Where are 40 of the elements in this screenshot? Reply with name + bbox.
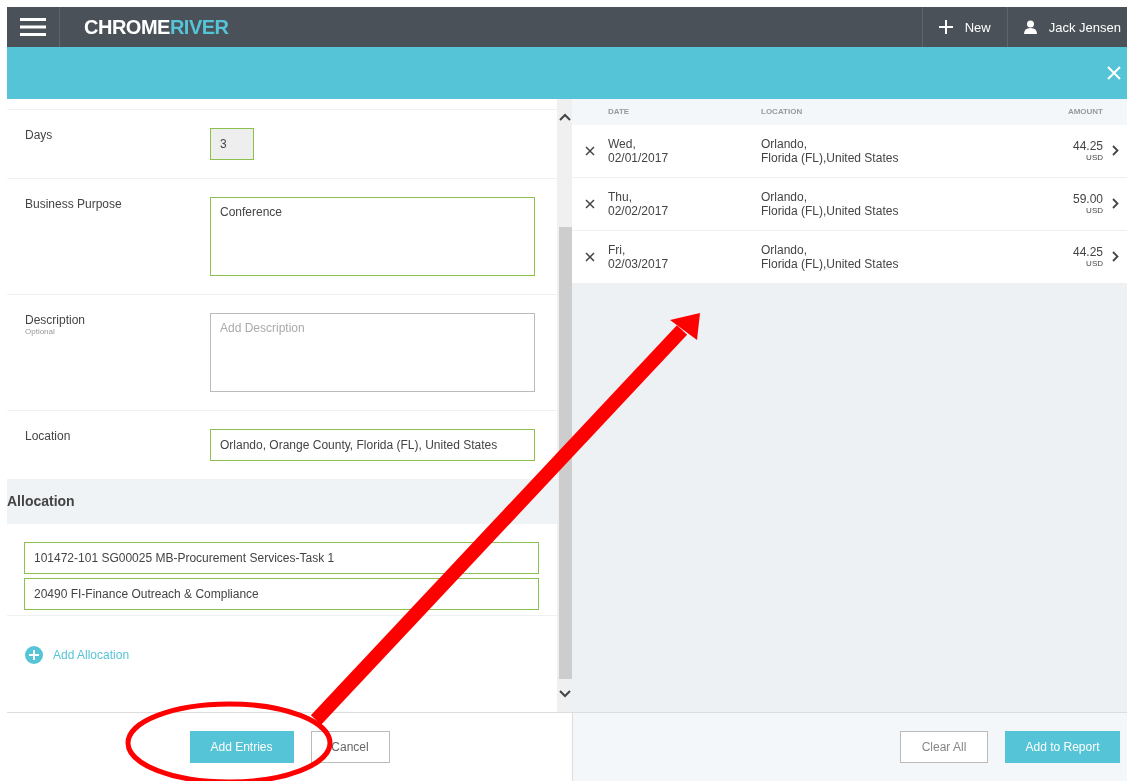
menu-icon[interactable] [20,18,46,36]
amount-cell-text: 59.00 USD [1071,192,1103,216]
remove-icon[interactable] [585,251,595,262]
field-label: Description [25,312,86,327]
section-title: Allocation [7,493,75,510]
field-label: Location [25,428,71,443]
remove-icon[interactable] [585,198,595,209]
allocation-field[interactable]: 101472-101 SG00025 MB-Procurement Services-Task 1 [24,541,539,574]
column-header: LOCATION [761,107,804,117]
remove-icon[interactable] [585,145,595,156]
cancel-button[interactable]: Cancel [310,731,390,764]
chevron-right-icon[interactable] [1111,198,1119,210]
days-field[interactable]: 3 [210,127,254,160]
location-cell-text: Orlando, Florida (FL),United States [761,189,900,218]
column-header: AMOUNT [1066,107,1103,117]
scroll-down-icon[interactable] [558,690,571,699]
user-icon [1023,20,1037,34]
chevron-right-icon[interactable] [1111,251,1119,263]
plus-circle-icon [25,645,43,664]
plus-icon [938,20,953,34]
chevron-right-icon[interactable] [1111,145,1119,157]
field-label: Business Purpose [25,196,122,211]
purpose-field[interactable]: Conference [210,196,535,276]
date-cell-text: Wed, 02/01/2017 [608,136,670,165]
scroll-up-icon[interactable] [558,112,571,121]
allocation-field[interactable]: 20490 FI-Finance Outreach & Compliance [24,577,539,610]
optional-hint: Optional [25,326,55,336]
location-cell-text: Orlando, Florida (FL),United States [761,242,900,271]
location-cell-text: Orlando, Florida (FL),United States [761,136,900,165]
location-field[interactable]: Orlando, Orange County, Florida (FL), United States [210,428,535,461]
logo: CHROMERIVER [84,15,229,39]
amount-cell-text: 44.25 USD [1071,139,1103,163]
date-cell-text: Thu, 02/02/2017 [608,189,670,218]
clear-all-button[interactable]: Clear All [900,731,988,764]
amount-cell-text: 44.25 USD [1071,245,1103,269]
column-header: DATE [608,107,631,117]
description-field[interactable]: Add Description [210,312,535,392]
scrollbar-thumb[interactable] [559,226,572,679]
date-cell-text: Fri, 02/03/2017 [608,242,670,271]
field-label: Days [25,127,53,142]
